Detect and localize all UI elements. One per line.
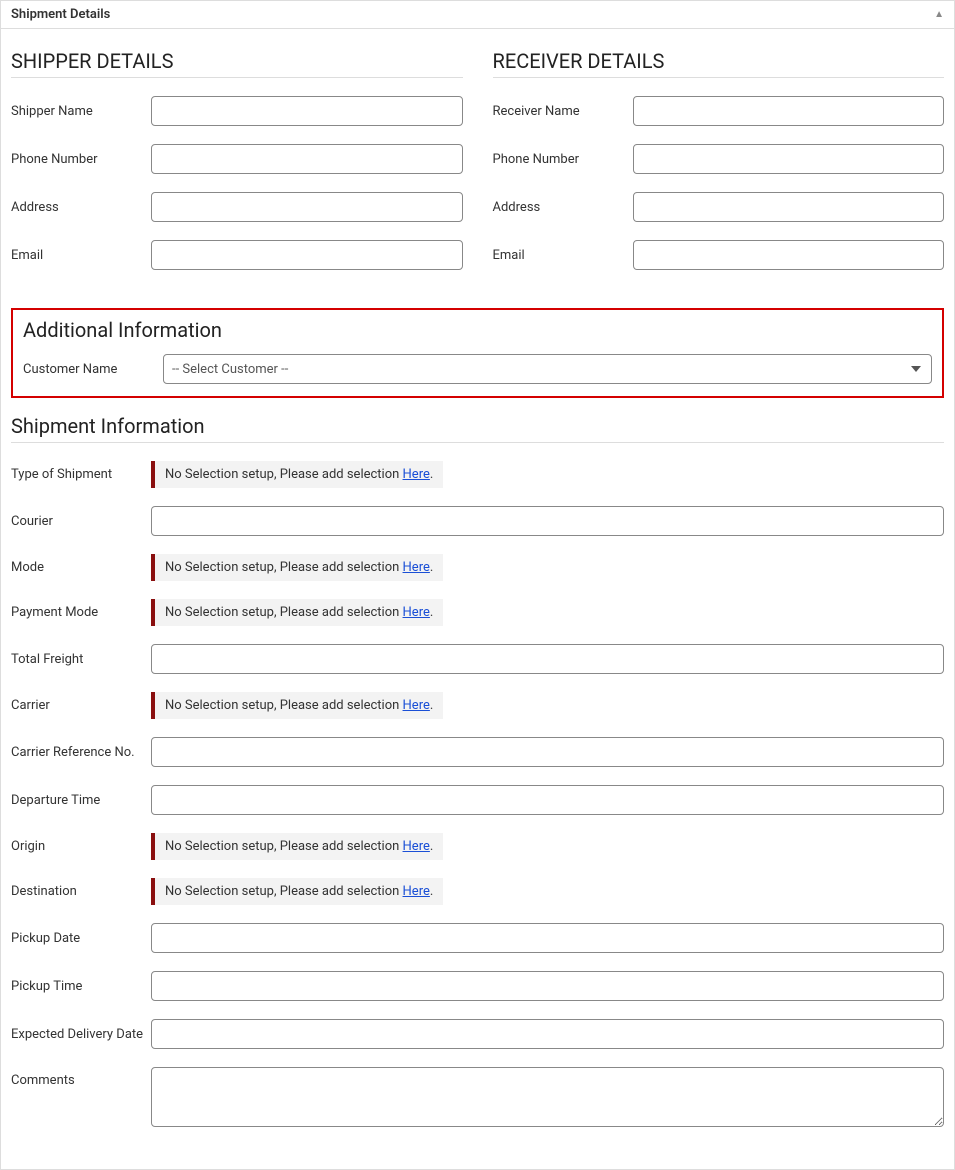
additional-heading: Additional Information	[23, 318, 932, 342]
notice-text: No Selection setup, Please add selection	[165, 839, 403, 854]
notice-suffix: .	[430, 467, 433, 482]
customer-name-select[interactable]: -- Select Customer --	[163, 354, 932, 384]
pickup-date-label: Pickup Date	[11, 931, 151, 946]
pickup-date-input[interactable]	[151, 923, 944, 953]
receiver-email-input[interactable]	[633, 240, 945, 270]
origin-notice: No Selection setup, Please add selection…	[151, 833, 443, 860]
comments-textarea[interactable]	[151, 1067, 944, 1127]
type-notice: No Selection setup, Please add selection…	[151, 461, 443, 488]
departure-time-label: Departure Time	[11, 793, 151, 808]
receiver-heading: RECEIVER DETAILS	[493, 49, 945, 78]
notice-text: No Selection setup, Please add selection	[165, 698, 403, 713]
carrier-here-link[interactable]: Here	[403, 698, 430, 713]
destination-notice: No Selection setup, Please add selection…	[151, 878, 443, 905]
notice-text: No Selection setup, Please add selection	[165, 884, 403, 899]
carrier-notice: No Selection setup, Please add selection…	[151, 692, 443, 719]
carrier-ref-label: Carrier Reference No.	[11, 745, 151, 760]
panel-title: Shipment Details	[11, 7, 110, 22]
mode-notice: No Selection setup, Please add selection…	[151, 554, 443, 581]
destination-label: Destination	[11, 884, 151, 899]
receiver-name-input[interactable]	[633, 96, 945, 126]
notice-suffix: .	[430, 839, 433, 854]
courier-input[interactable]	[151, 506, 944, 536]
receiver-phone-input[interactable]	[633, 144, 945, 174]
collapse-icon[interactable]: ▲	[934, 9, 944, 20]
customer-name-label: Customer Name	[23, 362, 163, 377]
receiver-address-label: Address	[493, 200, 633, 215]
pickup-time-input[interactable]	[151, 971, 944, 1001]
mode-label: Mode	[11, 560, 151, 575]
shipment-info-heading: Shipment Information	[11, 414, 944, 443]
receiver-column: RECEIVER DETAILS Receiver Name Phone Num…	[493, 39, 945, 288]
shipper-column: SHIPPER DETAILS Shipper Name Phone Numbe…	[11, 39, 463, 288]
receiver-email-label: Email	[493, 248, 633, 263]
notice-suffix: .	[430, 605, 433, 620]
payment-mode-notice: No Selection setup, Please add selection…	[151, 599, 443, 626]
notice-text: No Selection setup, Please add selection	[165, 560, 403, 575]
notice-suffix: .	[430, 884, 433, 899]
receiver-phone-label: Phone Number	[493, 152, 633, 167]
carrier-label: Carrier	[11, 698, 151, 713]
payment-here-link[interactable]: Here	[403, 605, 430, 620]
panel-body: SHIPPER DETAILS Shipper Name Phone Numbe…	[1, 29, 954, 1169]
shipper-name-label: Shipper Name	[11, 104, 151, 119]
receiver-address-input[interactable]	[633, 192, 945, 222]
notice-text: No Selection setup, Please add selection	[165, 605, 403, 620]
total-freight-label: Total Freight	[11, 652, 151, 667]
pickup-time-label: Pickup Time	[11, 979, 151, 994]
shipper-address-label: Address	[11, 200, 151, 215]
panel-header[interactable]: Shipment Details ▲	[1, 1, 954, 29]
shipper-name-input[interactable]	[151, 96, 463, 126]
shipper-phone-label: Phone Number	[11, 152, 151, 167]
payment-mode-label: Payment Mode	[11, 605, 151, 620]
expected-delivery-input[interactable]	[151, 1019, 944, 1049]
total-freight-input[interactable]	[151, 644, 944, 674]
shipper-email-label: Email	[11, 248, 151, 263]
origin-label: Origin	[11, 839, 151, 854]
mode-here-link[interactable]: Here	[403, 560, 430, 575]
shipper-heading: SHIPPER DETAILS	[11, 49, 463, 78]
shipper-address-input[interactable]	[151, 192, 463, 222]
origin-here-link[interactable]: Here	[403, 839, 430, 854]
comments-label: Comments	[11, 1067, 151, 1088]
carrier-ref-input[interactable]	[151, 737, 944, 767]
departure-time-input[interactable]	[151, 785, 944, 815]
notice-suffix: .	[430, 560, 433, 575]
shipper-phone-input[interactable]	[151, 144, 463, 174]
expected-delivery-label: Expected Delivery Date	[11, 1027, 151, 1042]
notice-text: No Selection setup, Please add selection	[165, 467, 403, 482]
destination-here-link[interactable]: Here	[403, 884, 430, 899]
additional-info-box: Additional Information Customer Name -- …	[11, 308, 944, 398]
type-here-link[interactable]: Here	[403, 467, 430, 482]
receiver-name-label: Receiver Name	[493, 104, 633, 119]
shipper-email-input[interactable]	[151, 240, 463, 270]
courier-label: Courier	[11, 514, 151, 529]
notice-suffix: .	[430, 698, 433, 713]
type-of-shipment-label: Type of Shipment	[11, 467, 151, 482]
shipment-details-panel: Shipment Details ▲ SHIPPER DETAILS Shipp…	[0, 0, 955, 1170]
